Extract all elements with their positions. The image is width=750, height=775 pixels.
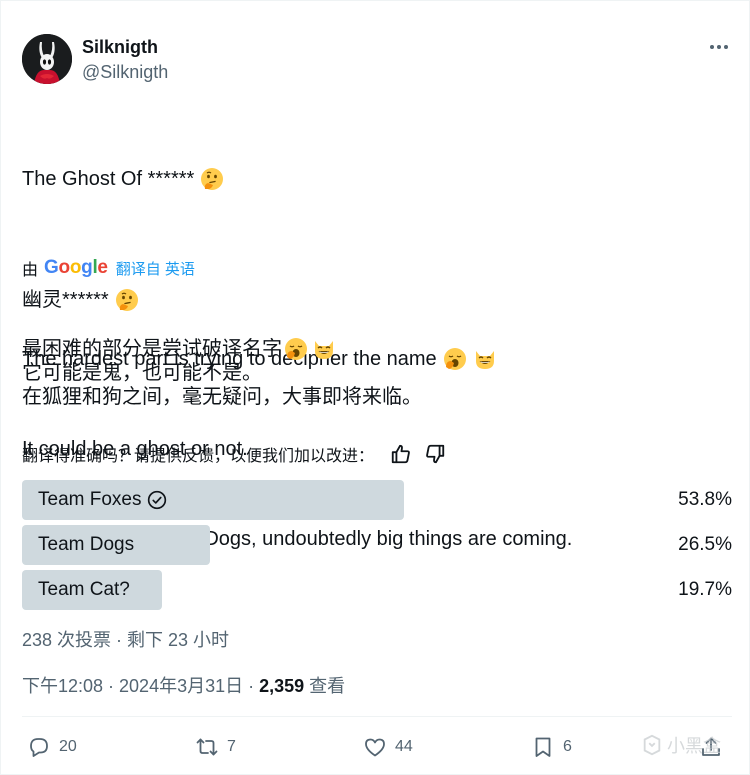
tweet-timestamp[interactable]: 下午12:08 · 2024年3月31日 · [22,676,259,696]
poll-option-label: Team Foxes [38,489,142,510]
yawning-face-icon [443,348,466,370]
tweet-metadata: 下午12:08 · 2024年3月31日 · 2,359 查看 [22,672,345,698]
views-label: 查看 [304,676,346,696]
thinking-face-icon [201,168,224,190]
translated-by: 由 Google 翻译自 英语 [22,257,195,279]
repost-icon [196,738,218,756]
like-count: 44 [395,738,413,755]
view-count: 2,359 [259,676,305,696]
grinning-cat-face-icon [475,351,494,369]
divider [22,716,732,717]
translation-line: 幽灵****** [22,288,422,312]
check-circle-icon [148,490,167,510]
thumbs-up-icon[interactable] [390,443,412,465]
translation-feedback: 翻译得准确吗？请提供反馈，以便我们加以改进： [22,443,446,465]
bookmark-icon [535,737,551,757]
poll-option-label: Team Cat? [38,579,130,600]
poll-option-dogs[interactable]: Team Dogs 26.5% [22,525,732,565]
reply-count: 20 [59,738,77,755]
translated-text: 幽灵****** 最困难的部分是尝试破译名字 它可能是鬼，也可能不是。 在狐狸和… [22,288,422,409]
bookmark-count: 6 [563,738,572,755]
yawning-face-icon [285,338,307,360]
poll-option-percent: 26.5% [678,534,732,555]
bookmark-button[interactable]: 6 [531,729,572,765]
poll-option-foxes[interactable]: Team Foxes 53.8% [22,480,732,520]
grinning-cat-face-icon [315,341,333,359]
translation-line [22,312,422,337]
tweet-card: Silknigth @Silknigth The Ghost Of ******… [0,0,750,775]
thinking-face-icon [115,289,138,311]
heart-icon [365,738,385,757]
translation-line: 最困难的部分是尝试破译名字 [22,337,422,361]
google-logo: Google [44,257,108,278]
avatar[interactable] [22,34,72,84]
poll-option-cat[interactable]: Team Cat? 19.7% [22,570,732,610]
repost-button[interactable]: 7 [195,729,236,765]
watermark-logo-icon [643,734,661,756]
poll-option-percent: 53.8% [678,489,732,510]
tweet-line: The Ghost Of ****** [22,164,572,194]
author-handle[interactable]: @Silknigth [82,62,168,83]
thumbs-down-icon[interactable] [424,443,446,465]
translation-line: 它可能是鬼，也可能不是。 [22,362,262,384]
reply-button[interactable]: 20 [27,729,77,765]
translated-from-link[interactable]: 翻译自 英语 [116,258,195,279]
repost-count: 7 [227,738,236,755]
action-bar: 20 7 44 6 [1,729,750,765]
author-name[interactable]: Silknigth [82,37,158,58]
poll-option-label: Team Dogs [38,534,135,555]
translation-line: 在狐狸和狗之间，毫无疑问，大事即将来临。 [22,386,422,408]
like-button[interactable]: 44 [363,729,413,765]
poll-option-percent: 19.7% [678,579,732,600]
more-options-icon[interactable] [707,37,731,57]
watermark: 小黑盒 [641,728,721,762]
reply-icon [30,738,48,757]
poll-summary: 238 次投票 · 剩下 23 小时 [22,630,230,650]
